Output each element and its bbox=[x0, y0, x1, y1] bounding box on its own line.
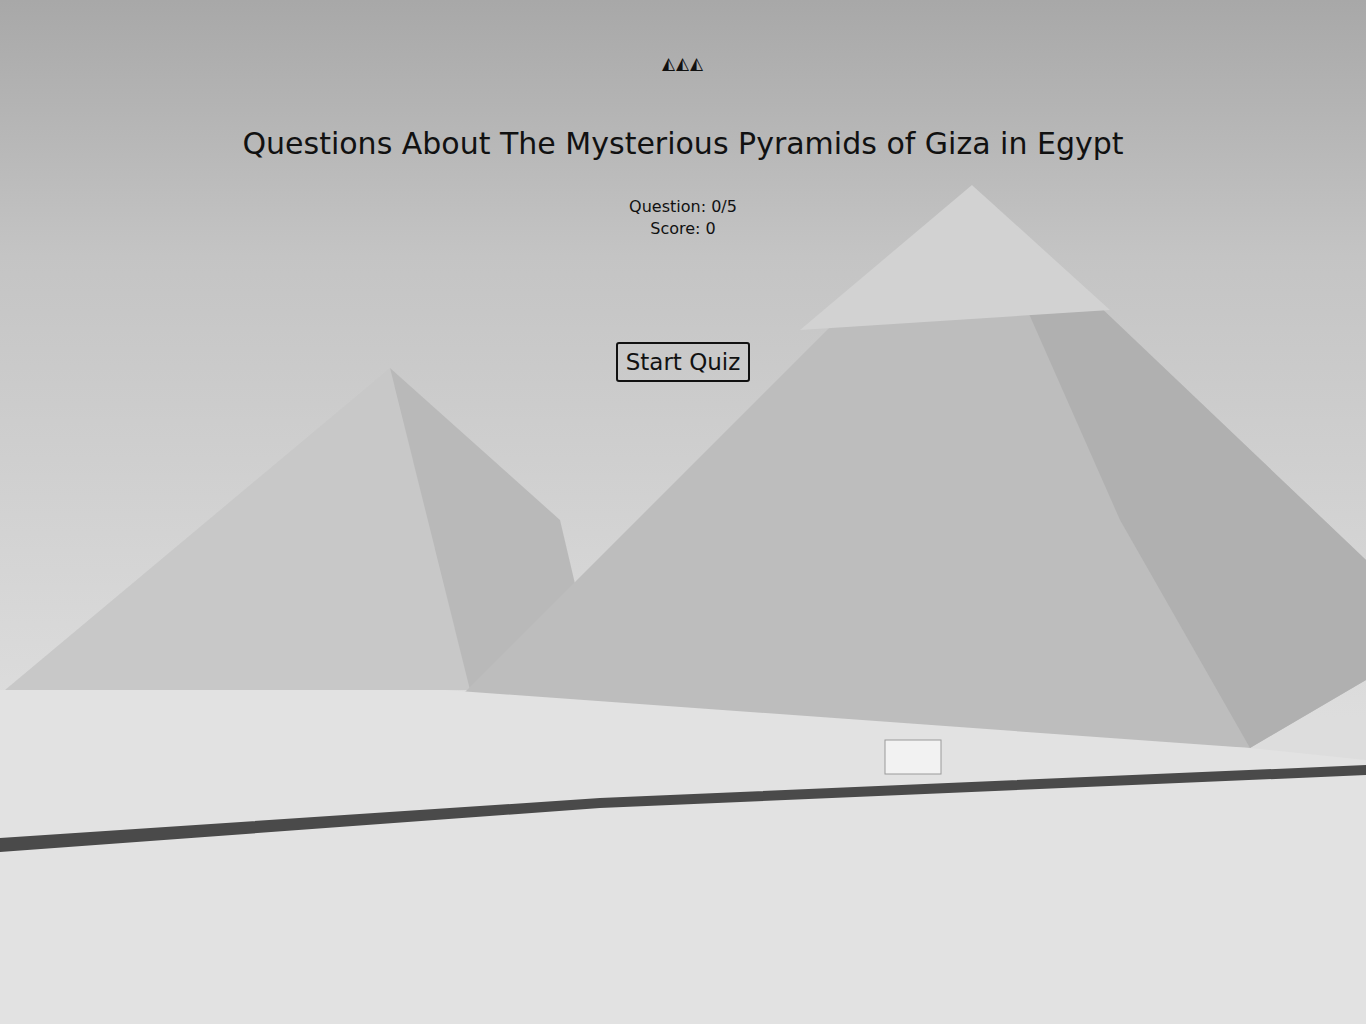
question-counter: Question: 0/5 bbox=[629, 196, 737, 218]
logo-icon: ◭◭◭ bbox=[662, 52, 704, 74]
start-quiz-button[interactable]: Start Quiz bbox=[616, 342, 751, 382]
quiz-title: Questions About The Mysterious Pyramids … bbox=[242, 124, 1123, 164]
quiz-page: ◭◭◭ Questions About The Mysterious Pyrami… bbox=[0, 0, 1366, 1024]
score-counter: Score: 0 bbox=[629, 218, 737, 240]
quiz-stats: Question: 0/5Score: 0 bbox=[629, 196, 737, 240]
